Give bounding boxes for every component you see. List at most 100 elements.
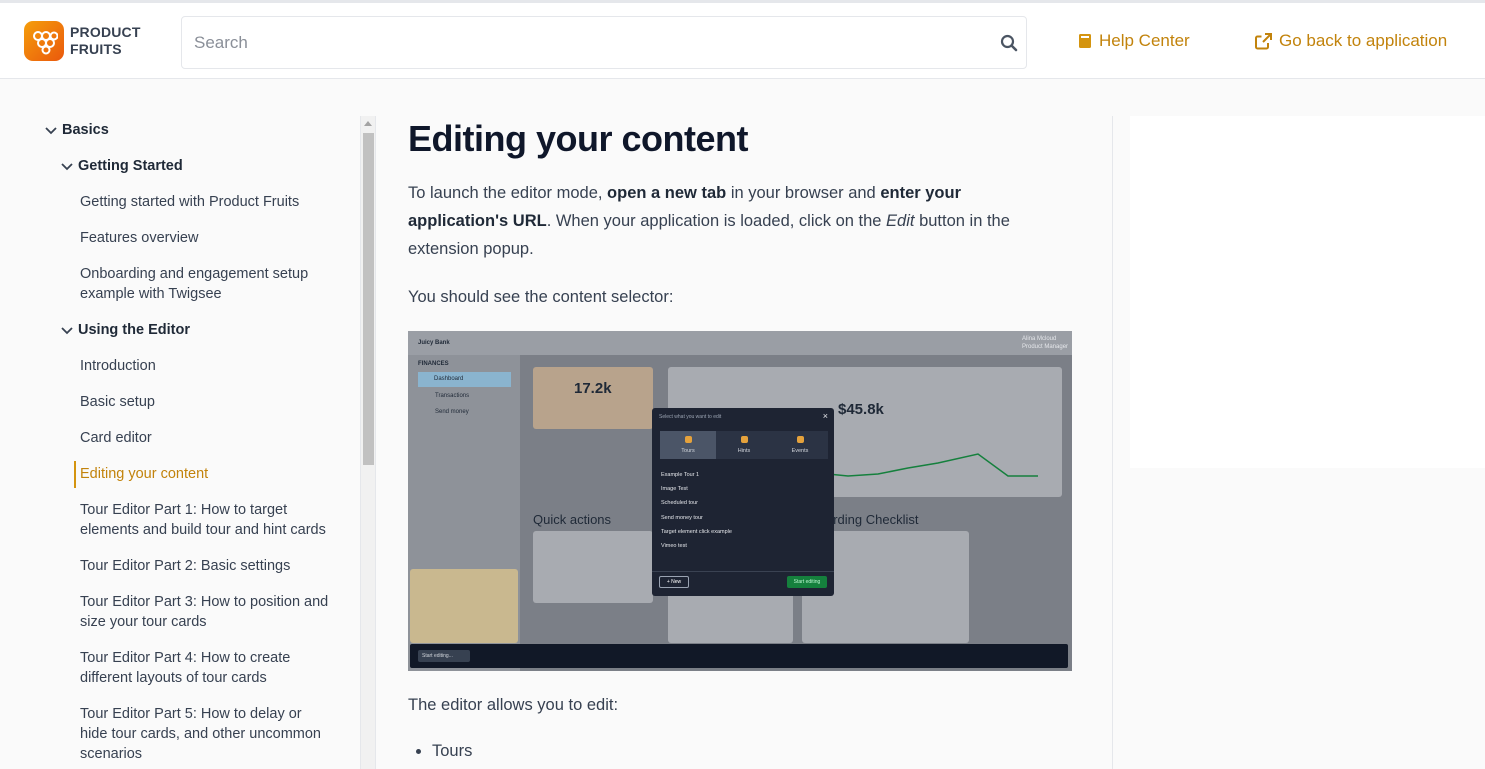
screenshot-nav-send-money: Send money [435,409,469,415]
screenshot-nav-transactions: Transactions [435,393,470,399]
screenshot-app-name: Juicy Bank [418,340,450,346]
nav-group-label: Using the Editor [78,322,190,338]
scroll-up-arrow-icon[interactable] [364,121,372,126]
nav-group-getting-started[interactable]: Getting Started [60,156,183,176]
nav-item-features-overview[interactable]: Features overview [80,228,198,248]
tab-hints: Hints [716,431,772,459]
go-back-link[interactable]: Go back to application [1255,31,1447,51]
search-input[interactable] [182,17,972,68]
modal-footer-divider [652,571,834,572]
nav-group-basics[interactable]: Basics [44,120,109,140]
selector-paragraph: You should see the content selector: [408,288,674,306]
nav-item-editing-your-content[interactable]: Editing your content [80,464,208,484]
header: PRODUCT FRUITS Help Center Go back to ap… [0,3,1485,79]
chevron-down-icon [61,327,73,335]
search-icon[interactable] [1000,34,1018,57]
screenshot-topbar [408,331,1072,355]
nav-item-getting-started-with-product-fruits[interactable]: Getting started with Product Fruits [80,192,299,212]
screenshot-line-chart [828,453,1038,477]
screenshot-quick-actions-card [533,531,653,603]
nav-item-tour-editor-part-1[interactable]: Tour Editor Part 1: How to target elemen… [80,500,326,540]
intro-paragraph: To launch the editor mode, open a new ta… [408,179,1048,263]
screenshot-promo-card [410,569,518,643]
close-icon: × [822,411,828,421]
nav-group-label: Basics [62,122,109,138]
grapes-logo-icon [24,21,64,61]
bold-text: open a new tab [607,184,727,202]
editor-paragraph: The editor allows you to edit: [408,696,619,714]
screenshot-user-name: Alina Mcloud [1022,336,1057,342]
modal-tour-list: Example Tour 1 Image Test Scheduled tour… [661,468,732,553]
nav-item-line: size your tour cards [80,614,207,630]
list-item-tours: Tours [432,742,472,761]
nav-group-using-the-editor[interactable]: Using the Editor [60,320,190,340]
nav-item-line: Tour Editor Part 4: How to create [80,650,291,666]
list-item: Example Tour 1 [661,472,700,478]
modal-new-button: + New [659,576,689,588]
right-panel [1130,116,1485,468]
logo-line-2: FRUITS [70,41,122,57]
logo-text: PRODUCT FRUITS [70,24,141,58]
screenshot-stat-card-1 [533,367,653,429]
modal-start-button: Start editing [787,576,827,588]
screenshot-nav-dashboard: Dashboard [418,372,511,387]
text-run: in your browser and [726,184,881,202]
screenshot-user-role: Product Manager [1022,344,1069,350]
italic-text: Edit [886,212,915,230]
go-back-label: Go back to application [1279,31,1448,50]
nav-item-line: scenarios [80,746,143,762]
nav-item-line: different layouts of tour cards [80,670,267,686]
chevron-down-icon [45,127,57,135]
logo-line-1: PRODUCT [70,24,141,40]
screenshot-bottom-bar: Start editing... [410,644,1068,668]
text-run: To launch the editor mode, [408,184,608,202]
nav-item-tour-editor-part-3[interactable]: Tour Editor Part 3: How to position and … [80,592,328,632]
list-item: Send money tour [661,514,703,521]
page-title: Editing your content [408,118,748,159]
nav-item-introduction[interactable]: Introduction [80,356,156,376]
modal-title: Select what you want to edit [659,414,722,420]
list-item: Image Test [661,486,688,493]
content-selector-screenshot: Juicy Bank Alina Mcloud Product Manager … [408,331,1072,671]
nav-item-tour-editor-part-4[interactable]: Tour Editor Part 4: How to create differ… [80,648,290,688]
nav-item-tour-editor-part-5[interactable]: Tour Editor Part 5: How to delay or hide… [80,704,321,764]
nav-item-card-editor[interactable]: Card editor [80,428,152,448]
scrollbar-thumb[interactable] [363,133,374,465]
nav-item-onboarding-setup[interactable]: Onboarding and engagement setup example … [80,264,308,304]
list-item: Target element click example [661,528,732,535]
nav-item-tour-editor-part-2[interactable]: Tour Editor Part 2: Basic settings [80,556,290,576]
screenshot-checklist-title: arding Checklist [826,512,919,527]
list-item: Scheduled tour [661,500,698,507]
search-box [181,16,1027,69]
nav-item-line: Tour Editor Part 3: How to position and [80,594,329,610]
screenshot-stat-1: 17.2k [574,380,612,397]
active-indicator [74,461,76,488]
editable-list: Tours [432,742,472,761]
list-item: Vimeo test [661,543,687,550]
chevron-down-icon [61,163,73,171]
nav-item-line: Tour Editor Part 1: How to target [80,502,288,518]
nav-item-basic-setup[interactable]: Basic setup [80,392,155,412]
book-icon [1079,34,1091,48]
screenshot-stat-2: $45.8k [838,401,884,418]
help-center-label: Help Center [1099,31,1190,50]
nav-item-line: elements and build tour and hint cards [80,522,326,538]
screenshot-start-editing-button: Start editing... [418,650,470,662]
content-divider [1112,116,1113,769]
screenshot-nav-section: FINANCES [418,361,449,367]
logo[interactable]: PRODUCT FRUITS [24,21,141,61]
tab-tours: Tours [660,431,716,459]
external-link-icon [1255,32,1272,49]
sidebar-scrollbar[interactable] [360,116,376,769]
help-center-link[interactable]: Help Center [1078,31,1190,51]
nav-item-line: hide tour cards, and other uncommon [80,726,321,742]
nav-item-line: example with Twigsee [80,286,222,302]
screenshot-quick-actions: Quick actions [533,512,612,527]
nav-item-line: Tour Editor Part 5: How to delay or [80,706,302,722]
content-selector-modal: Select what you want to edit × Tours Hin… [652,408,834,596]
nav-group-label: Getting Started [78,158,183,174]
tab-events: Events [772,431,828,459]
modal-tabs: Tours Hints Events [660,431,828,459]
text-run: . When your application is loaded, click… [546,212,887,230]
nav-item-line: Onboarding and engagement setup [80,266,309,282]
